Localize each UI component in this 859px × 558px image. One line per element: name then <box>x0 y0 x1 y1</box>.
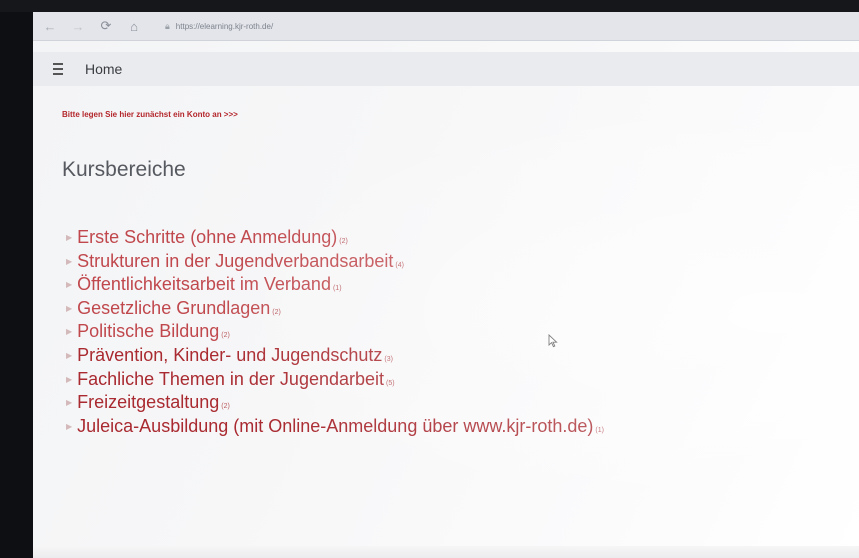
browser-window: ← → ⟳ ⌂ 🔒︎ https://elearning.kjr-roth.de… <box>33 12 859 558</box>
category-count: (5) <box>386 379 395 387</box>
category-count: (2) <box>221 403 230 411</box>
bullet-icon: ▶ <box>66 398 73 408</box>
category-link[interactable]: Strukturen in der Jugendverbandsarbeit <box>77 251 393 272</box>
category-item[interactable]: ▶ Juleica-Ausbildung (mit Online-Anmeldu… <box>66 416 604 440</box>
category-link[interactable]: Freizeitgestaltung <box>77 392 219 413</box>
category-item[interactable]: ▶ Gesetzliche Grundlagen (2) <box>66 298 604 322</box>
refresh-icon[interactable]: ⟳ <box>95 15 117 37</box>
lock-icon: 🔒︎ <box>165 20 170 31</box>
category-item[interactable]: ▶ Öffentlichkeitsarbeit im Verband (1) <box>66 274 604 298</box>
site-navbar: Home <box>33 52 859 86</box>
bullet-icon: ▶ <box>66 350 73 360</box>
page-title: Kursbereiche <box>62 158 186 181</box>
category-link[interactable]: Juleica-Ausbildung (mit Online-Anmeldung… <box>77 416 593 437</box>
monitor-bezel <box>0 0 859 12</box>
bullet-icon: ▶ <box>66 303 73 313</box>
url-text: https://elearning.kjr-roth.de/ <box>175 21 274 31</box>
category-link[interactable]: Politische Bildung <box>77 321 219 342</box>
bullet-icon: ▶ <box>66 256 73 266</box>
bullet-icon: ▶ <box>66 421 73 431</box>
category-count: (2) <box>221 332 230 340</box>
bullet-icon: ▶ <box>66 280 73 290</box>
create-account-link[interactable]: Bitte legen Sie hier zunächst ein Konto … <box>62 110 238 119</box>
arrow-right-icon[interactable]: → <box>67 15 89 37</box>
category-link[interactable]: Erste Schritte (ohne Anmeldung) <box>77 227 337 248</box>
category-link[interactable]: Öffentlichkeitsarbeit im Verband <box>77 274 331 295</box>
category-count: (2) <box>339 238 348 245</box>
category-count: (1) <box>332 285 342 293</box>
home-link[interactable]: Home <box>85 61 122 77</box>
address-bar[interactable]: 🔒︎ https://elearning.kjr-roth.de/ <box>165 17 465 35</box>
category-item[interactable]: ▶ Prävention, Kinder- und Jugendschutz (… <box>66 345 604 369</box>
course-category-list: ▶ Erste Schritte (ohne Anmeldung) (2) ▶ … <box>66 227 604 439</box>
category-item[interactable]: ▶ Freizeitgestaltung (2) <box>66 392 604 416</box>
browser-toolbar: ← → ⟳ ⌂ 🔒︎ https://elearning.kjr-roth.de… <box>33 12 859 41</box>
category-count: (1) <box>595 426 604 434</box>
bullet-icon: ▶ <box>66 233 73 242</box>
arrow-left-icon[interactable]: ← <box>39 15 61 37</box>
screen-bottom-edge <box>33 546 859 558</box>
bullet-icon: ▶ <box>66 374 73 384</box>
category-link[interactable]: Fachliche Themen in der Jugendarbeit <box>77 369 384 390</box>
category-item[interactable]: ▶ Erste Schritte (ohne Anmeldung) (2) <box>66 227 604 251</box>
category-link[interactable]: Gesetzliche Grundlagen <box>77 298 270 319</box>
category-count: (2) <box>272 308 281 316</box>
category-count: (4) <box>395 261 404 269</box>
category-link[interactable]: Prävention, Kinder- und Jugendschutz <box>77 345 382 366</box>
home-icon[interactable]: ⌂ <box>123 15 145 37</box>
category-item[interactable]: ▶ Politische Bildung (2) <box>66 321 604 345</box>
category-item[interactable]: ▶ Strukturen in der Jugendverbandsarbeit… <box>66 251 604 275</box>
category-count: (3) <box>384 355 393 363</box>
category-item[interactable]: ▶ Fachliche Themen in der Jugendarbeit (… <box>66 369 604 393</box>
bullet-icon: ▶ <box>66 327 73 337</box>
hamburger-menu-icon[interactable] <box>43 54 73 84</box>
